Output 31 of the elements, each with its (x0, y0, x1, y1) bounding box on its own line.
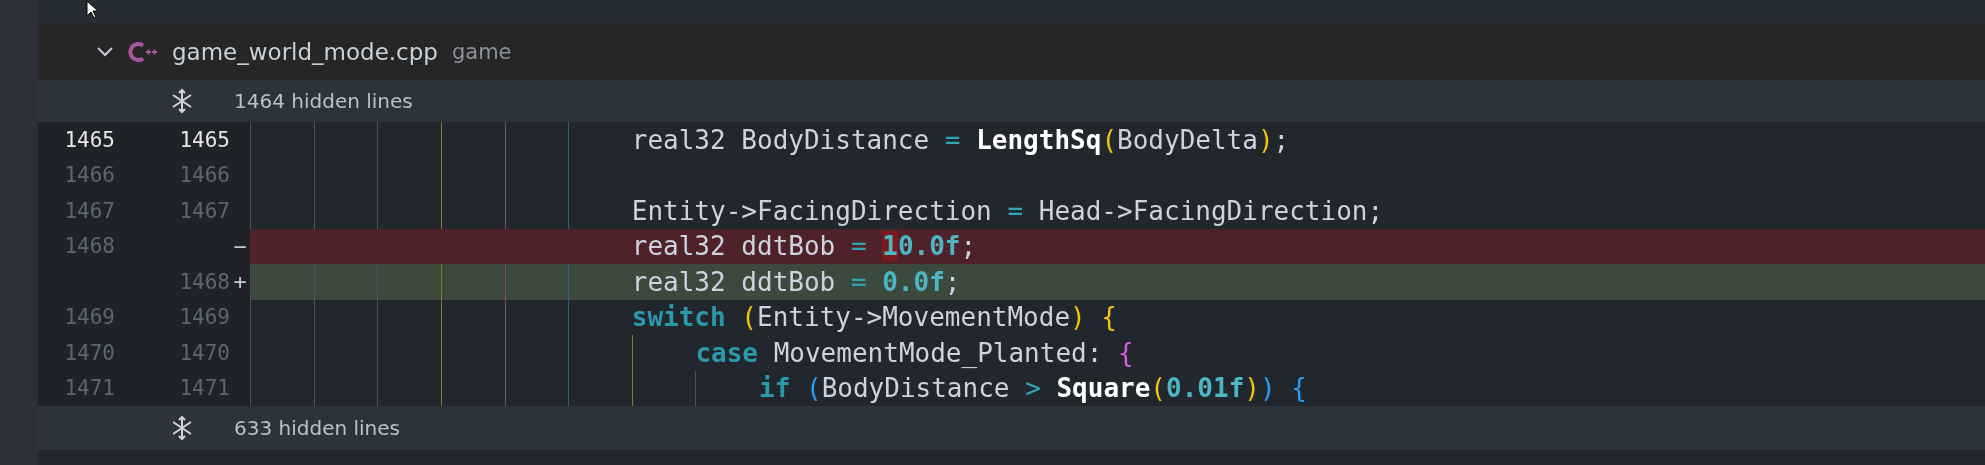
line-number: 1466 (178, 163, 230, 188)
cpp-file-icon (128, 40, 158, 63)
code-line: switch (Entity->MovementMode) { (631, 302, 1118, 333)
line-number: 1465 (178, 127, 230, 152)
code-line: real32 ddtBob = 10.0f; (631, 231, 977, 262)
line-number: 1468 (63, 234, 115, 259)
chevron-icon[interactable] (96, 45, 114, 58)
line-number: 1469 (63, 305, 115, 330)
line-number: 1471 (178, 376, 230, 401)
code-line: case MovementMode_Planted: { (695, 337, 1134, 368)
line-number: 1470 (178, 340, 230, 365)
code-line: real32 BodyDistance = LengthSq(BodyDelta); (631, 124, 1290, 155)
unfold-icon[interactable] (170, 88, 194, 114)
line-number: 1470 (63, 340, 115, 365)
minus-sign: − (232, 233, 248, 259)
plus-sign: + (232, 269, 248, 295)
folder-name: game (451, 39, 512, 64)
code-line: if (BodyDistance > Square(0.01f)) { (759, 373, 1307, 404)
line-number: 1469 (178, 305, 230, 330)
line-number: 1467 (178, 198, 230, 223)
line-number: 1471 (63, 376, 115, 401)
code-line: Entity->FacingDirection = Head->FacingDirection; (631, 195, 1384, 226)
line-number: 1466 (63, 163, 115, 188)
code-line: real32 ddtBob = 0.0f; (631, 266, 961, 297)
line-number: 1468 (178, 269, 230, 294)
line-number: 1465 (63, 127, 115, 152)
hidden-lines-label: 633 hidden lines (234, 416, 400, 440)
unfold-icon[interactable] (170, 415, 194, 441)
hidden-lines-label: 1464 hidden lines (234, 89, 413, 113)
line-number: 1467 (63, 198, 115, 223)
file-name: game_world_mode.cpp (172, 38, 438, 65)
